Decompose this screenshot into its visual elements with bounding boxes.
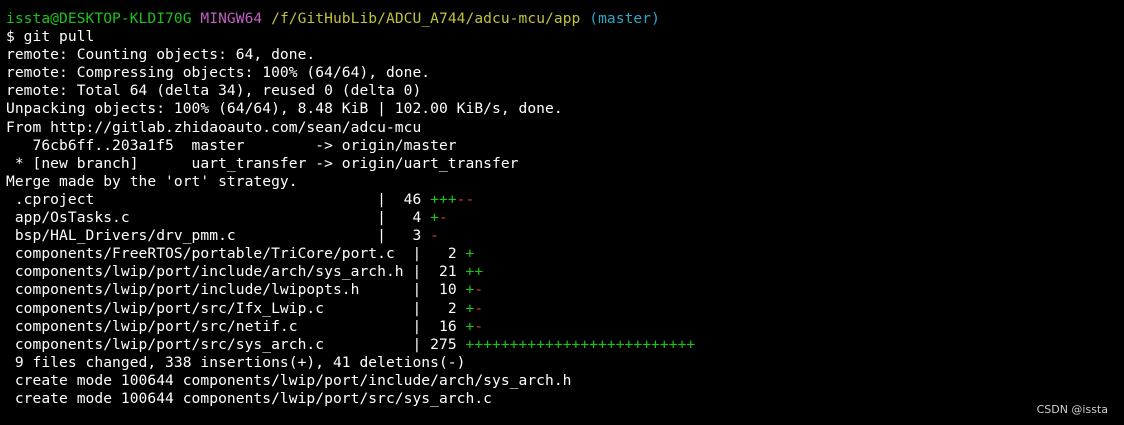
output-counting: remote: Counting objects: 64, done. — [6, 46, 316, 64]
diffstat-file: components/FreeRTOS/portable/TriCore/por… — [6, 245, 431, 263]
diffstat-minus: -- — [456, 190, 475, 208]
diffstat-count: 275 — [430, 335, 466, 353]
diffstat-file: components/lwip/port/src/sys_arch.c | — [6, 335, 431, 353]
diffstat-plus: + — [465, 245, 475, 263]
prompt-user-host: issta@DESKTOP-KLDI70G — [6, 10, 192, 27]
create-mode-line: create mode 100644 components/lwip/port/… — [6, 389, 492, 407]
create-mode-line: create mode 100644 components/lwip/port/… — [6, 371, 572, 389]
diffstat-minus: - — [474, 317, 484, 335]
diffstat-file: .cproject | — [6, 190, 395, 208]
diffstat-file: components/lwip/port/include/lwipopts.h … — [6, 281, 431, 299]
diffstat-summary: 9 files changed, 338 insertions(+), 41 d… — [6, 353, 466, 371]
diffstat-minus: - — [474, 281, 484, 299]
prompt-branch: (master) — [589, 10, 660, 27]
output-ref-update-master: 76cb6ff..203a1f5 master -> origin/master — [6, 136, 457, 154]
output-unpacking: Unpacking objects: 100% (64/64), 8.48 Ki… — [6, 100, 563, 118]
diffstat-count: 16 — [430, 317, 466, 335]
diffstat-row: components/lwip/port/include/arch/sys_ar… — [6, 263, 1124, 281]
diffstat-row: components/FreeRTOS/portable/TriCore/por… — [6, 245, 1124, 263]
diffstat-minus: - — [430, 227, 439, 245]
diffstat-count: 3 — [394, 227, 431, 245]
diffstat-row: .cproject | 46 +++-- — [6, 191, 1124, 209]
output-from: From http://gitlab.zhidaoauto.com/sean/a… — [6, 118, 422, 136]
diffstat-row: components/lwip/port/src/netif.c | 16 +- — [6, 318, 1124, 336]
diffstat-plus: +++ — [430, 190, 457, 208]
diffstat-count: 2 — [430, 245, 466, 263]
diffstat-file: components/lwip/port/include/arch/sys_ar… — [6, 263, 431, 281]
prompt-path: /f/GitHubLib/ADCU_A744/adcu-mcu/app — [271, 10, 581, 27]
diffstat-row: components/lwip/port/include/lwipopts.h … — [6, 281, 1124, 299]
output-total: remote: Total 64 (delta 34), reused 0 (d… — [6, 82, 422, 100]
diffstat-file: bsp/HAL_Drivers/drv_pmm.c | — [6, 227, 395, 245]
output-merge: Merge made by the 'ort' strategy. — [6, 172, 298, 190]
watermark: CSDN @issta — [1036, 403, 1108, 416]
diffstat-file: components/lwip/port/src/Ifx_Lwip.c | — [6, 299, 431, 317]
diffstat-row: bsp/HAL_Drivers/drv_pmm.c | 3 - — [6, 227, 1124, 245]
diffstat-count: 10 — [430, 281, 466, 299]
diffstat-plus: ++++++++++++++++++++++++++ — [465, 335, 696, 353]
diffstat-count: 21 — [430, 263, 466, 281]
output-compressing: remote: Compressing objects: 100% (64/64… — [6, 64, 431, 82]
diffstat-count: 46 — [394, 190, 431, 208]
diffstat-plus: ++ — [465, 263, 484, 281]
diffstat-file: app/OsTasks.c | — [6, 209, 395, 227]
output-ref-update-new-branch: * [new branch] uart_transfer -> origin/u… — [6, 154, 519, 172]
diffstat-row: components/lwip/port/src/Ifx_Lwip.c | 2 … — [6, 300, 1124, 318]
diffstat-count: 4 — [394, 209, 431, 227]
diffstat-file: components/lwip/port/src/netif.c | — [6, 317, 431, 335]
diffstat-count: 2 — [430, 299, 466, 317]
diffstat-row: app/OsTasks.c | 4 +- — [6, 209, 1124, 227]
diffstat-minus: - — [439, 209, 448, 227]
command-line: $ git pull — [6, 28, 95, 46]
diffstat-plus: + — [430, 209, 439, 227]
diffstat-row: components/lwip/port/src/sys_arch.c | 27… — [6, 336, 1124, 354]
prompt-line: issta@DESKTOP-KLDI70G MINGW64 /f/GitHubL… — [6, 10, 1124, 28]
terminal-window[interactable]: issta@DESKTOP-KLDI70G MINGW64 /f/GitHubL… — [0, 0, 1124, 425]
diffstat-minus: - — [474, 299, 484, 317]
prompt-shell: MINGW64 — [200, 10, 263, 27]
